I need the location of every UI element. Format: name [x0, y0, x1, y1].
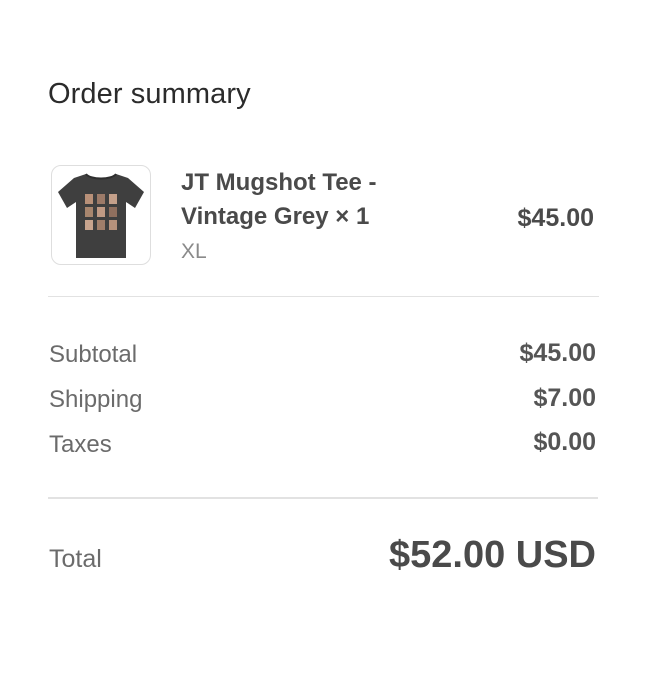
total-label: Total [49, 545, 102, 573]
tshirt-icon [58, 173, 144, 258]
divider [48, 497, 598, 499]
taxes-value: $0.00 [533, 428, 596, 456]
shipping-label: Shipping [49, 386, 143, 413]
product-name: JT Mugshot Tee - Vintage Grey × 1 [181, 169, 377, 230]
product-variant: XL [181, 240, 207, 263]
total-value: $52.00 USD [388, 534, 596, 576]
subtotal-value: $45.00 [519, 339, 596, 367]
subtotal-label: Subtotal [49, 341, 138, 368]
product-thumbnail[interactable] [51, 165, 151, 265]
divider [48, 296, 599, 297]
order-summary-heading: Order summary [48, 78, 251, 110]
taxes-label: Taxes [49, 431, 112, 458]
shipping-value: $7.00 [533, 384, 596, 412]
product-price: $45.00 [517, 204, 594, 232]
